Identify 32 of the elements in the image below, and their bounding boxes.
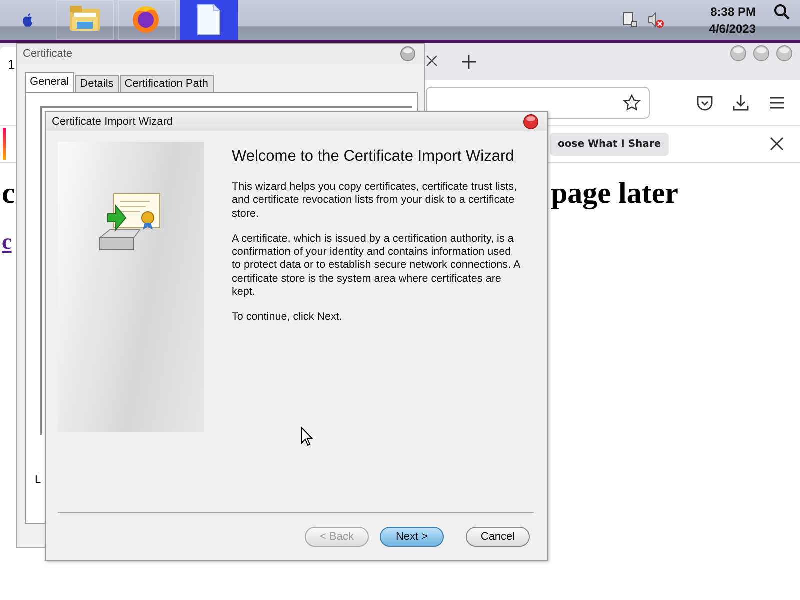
- wizard-button[interactable]: Next >: [380, 527, 444, 547]
- page-heading: c: [2, 177, 16, 211]
- browser-tab[interactable]: 1: [0, 47, 16, 80]
- wizard-paragraph: To continue, click Next.: [232, 311, 344, 325]
- dialog-tab[interactable]: Certification Path: [120, 75, 214, 92]
- clock-date: 4/6/2023: [709, 22, 756, 36]
- wizard-heading: Welcome to the Certificate Import Wizard: [232, 147, 516, 167]
- page-heading: page later: [551, 177, 678, 211]
- wizard-paragraph: A certificate, which is issued by a certification authority, is a confirmation of your identity and contains information used to protect data or to establish secure network connections. A certificate store is the system area where certificates are kept.: [232, 232, 522, 300]
- window-title: Certificate Import Wizard: [52, 116, 174, 128]
- window-title: Certificate: [23, 48, 73, 60]
- pocket-icon[interactable]: [696, 94, 714, 112]
- close-button[interactable]: [400, 46, 416, 62]
- dialog-tab[interactable]: General: [25, 72, 74, 92]
- close-icon[interactable]: [770, 137, 784, 151]
- download-icon[interactable]: [732, 94, 750, 112]
- choose-share-button[interactable]: oose What I Share: [550, 132, 670, 156]
- clock-time: 8:38 PM: [710, 4, 756, 18]
- page-link[interactable]: c: [2, 229, 12, 255]
- certificate-text: L: [35, 474, 42, 486]
- close-button[interactable]: [523, 114, 539, 130]
- wizard-paragraph: This wizard helps you copy certificates, certificate trust lists, and certificate revocation lists from your disk to a certificate store.: [232, 181, 518, 221]
- wizard-button[interactable]: Cancel: [466, 527, 530, 547]
- network-icon: [621, 11, 640, 29]
- notification-icon: [3, 128, 6, 160]
- star-icon[interactable]: [623, 94, 641, 112]
- search-icon[interactable]: [774, 4, 790, 20]
- new-tab-icon[interactable]: [462, 55, 476, 69]
- mouse-pointer-icon: [301, 427, 314, 447]
- taskbar-app-button[interactable]: [180, 0, 238, 40]
- close-tab-icon[interactable]: [426, 55, 438, 67]
- dialog-tab[interactable]: Details: [75, 75, 119, 92]
